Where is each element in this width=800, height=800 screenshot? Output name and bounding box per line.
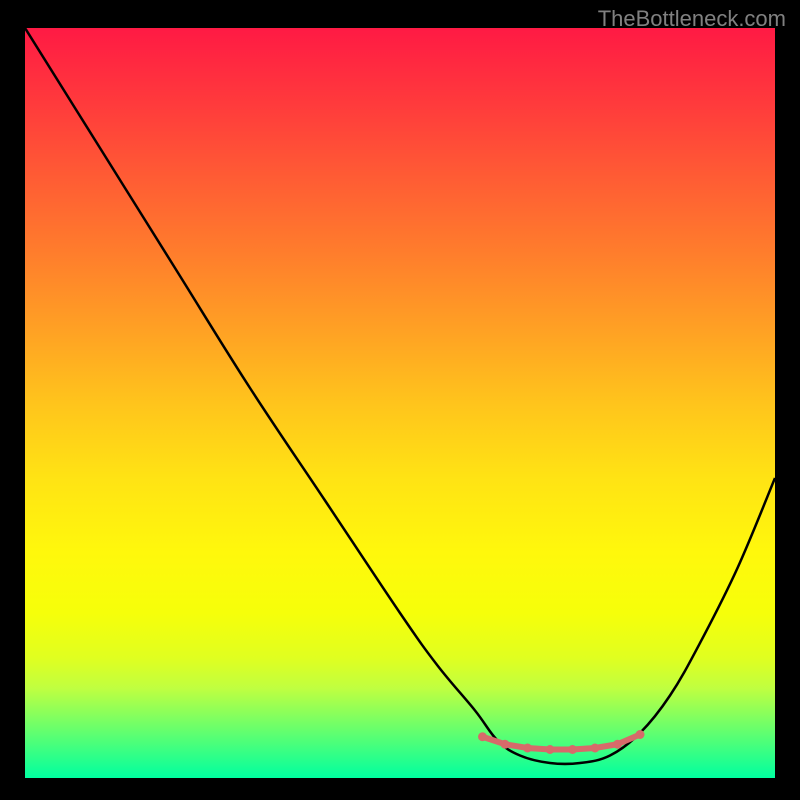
optimal-zone-dot (523, 744, 532, 753)
optimal-zone-dot (591, 744, 600, 753)
plot-area (25, 28, 775, 778)
bottleneck-curve-path (25, 28, 775, 764)
optimal-zone-dot (546, 745, 555, 754)
optimal-zone-dot (568, 745, 577, 754)
curve-layer (25, 28, 775, 778)
watermark-text: TheBottleneck.com (598, 6, 786, 32)
optimal-zone-dot (501, 740, 510, 749)
optimal-zone-dot (613, 740, 622, 749)
optimal-zone-dot (478, 732, 487, 741)
optimal-zone-dot (636, 730, 645, 739)
